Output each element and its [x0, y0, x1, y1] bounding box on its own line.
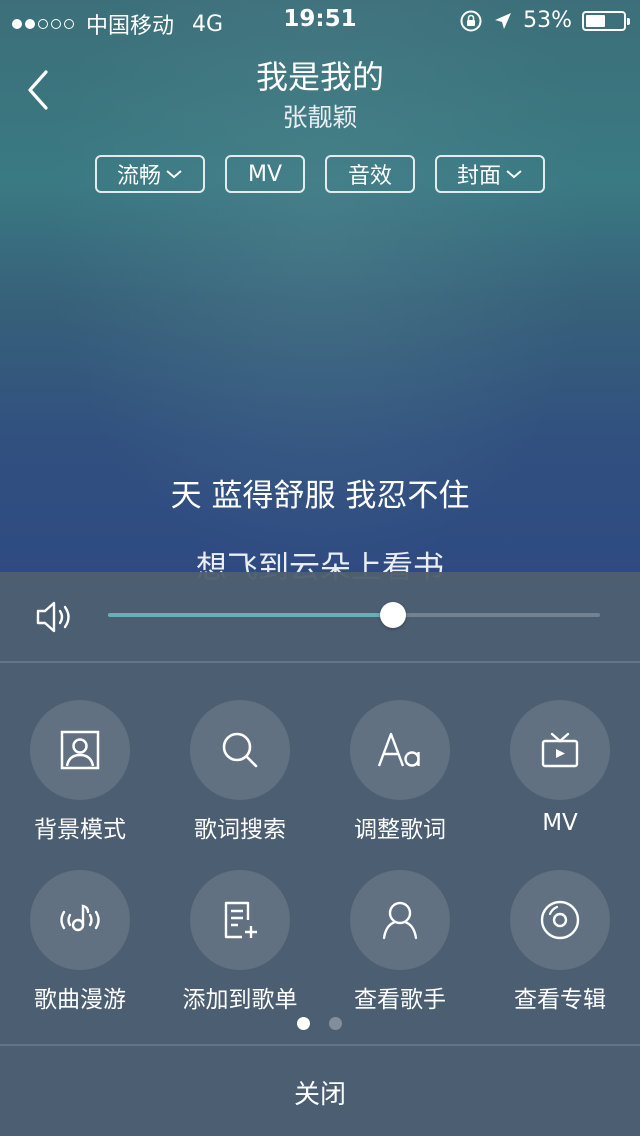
mv-menu-button[interactable]: MV [480, 700, 640, 836]
tv-icon [541, 732, 579, 768]
menu-label: 添加到歌单 [182, 987, 298, 1013]
page-indicator-dot[interactable] [329, 1017, 342, 1030]
volume-slider[interactable] [108, 602, 600, 628]
volume-slider-fill [108, 613, 394, 617]
background-mode-button[interactable]: 背景模式 [0, 700, 160, 844]
menu-label: MV [542, 810, 578, 836]
song-title: 我是我的 [255, 58, 384, 96]
menu-label: 歌词搜索 [194, 817, 286, 843]
status-bar: 中国移动 4G 19:51 53% [0, 0, 640, 40]
add-to-playlist-button[interactable]: 添加到歌单 [160, 870, 320, 1014]
add-to-playlist-icon [224, 901, 257, 939]
sound-effect-button[interactable]: 音效 [325, 155, 415, 193]
tag-label: 封面 [456, 164, 501, 189]
tag-label: 音效 [347, 164, 392, 189]
icon-circle [190, 700, 290, 800]
icon-circle [350, 700, 450, 800]
tag-label: 流畅 [116, 164, 161, 189]
divider [0, 661, 640, 663]
view-album-button[interactable]: 查看专辑 [480, 870, 640, 1014]
location-arrow-icon [495, 12, 512, 29]
mv-button[interactable]: MV [225, 155, 305, 193]
menu-label: 查看专辑 [514, 987, 606, 1013]
icon-circle [190, 870, 290, 970]
divider [0, 1044, 640, 1046]
icon-circle [30, 700, 130, 800]
cover-dropdown[interactable]: 封面 [435, 155, 545, 193]
song-roam-button[interactable]: 歌曲漫游 [0, 870, 160, 1014]
volume-icon [36, 601, 70, 633]
adjust-lyrics-button[interactable]: 调整歌词 [320, 700, 480, 844]
portrait-frame-icon [60, 730, 100, 770]
album-disc-icon [540, 900, 580, 940]
close-button[interactable]: 关闭 [0, 1048, 640, 1136]
search-icon [222, 732, 258, 768]
chevron-down-icon [506, 170, 522, 179]
view-artist-button[interactable]: 查看歌手 [320, 870, 480, 1014]
battery-percent: 53% [523, 8, 572, 33]
chevron-down-icon [166, 170, 182, 179]
menu-label: 调整歌词 [354, 817, 446, 843]
icon-circle [510, 870, 610, 970]
lyrics-search-button[interactable]: 歌词搜索 [160, 700, 320, 844]
menu-label: 查看歌手 [354, 987, 446, 1013]
icon-circle [350, 870, 450, 970]
person-icon [382, 901, 418, 940]
lyric-current-line: 天 蓝得舒服 我忍不住 [170, 478, 470, 514]
music-roam-icon [60, 904, 100, 932]
battery-icon [582, 10, 630, 31]
menu-label: 背景模式 [34, 817, 126, 843]
quality-dropdown[interactable]: 流畅 [95, 155, 205, 193]
rotation-lock-icon [460, 10, 482, 31]
page-indicator-dot[interactable] [297, 1017, 310, 1030]
tag-label: MV [247, 161, 283, 187]
icon-circle [510, 700, 610, 800]
menu-label: 歌曲漫游 [34, 987, 126, 1013]
artist-name: 张靓颖 [282, 103, 358, 132]
font-aa-icon [377, 732, 420, 767]
icon-circle [30, 870, 130, 970]
